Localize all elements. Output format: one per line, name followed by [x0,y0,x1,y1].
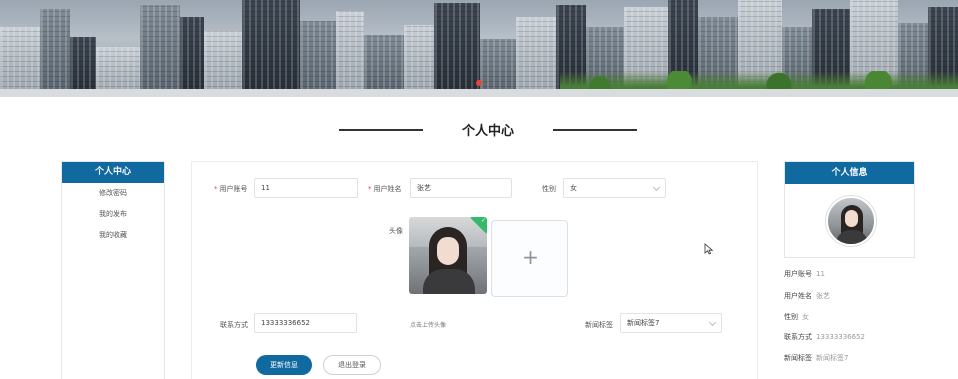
name-label: * 用户姓名 [368,185,402,193]
header-banner-image [0,0,958,97]
profile-row-name: 用户姓名 张艺 [784,292,830,300]
required-mark: * [368,185,372,193]
gender-select-value: 女 [570,184,577,192]
gender-select[interactable]: 女 [563,178,666,198]
sidebar-item-my-posts[interactable]: 我的发布 [62,204,164,225]
profile-avatar [826,196,876,246]
news-tag-select[interactable]: 新闻标签7 [620,313,722,333]
plus-icon: + [522,245,539,269]
title-divider-right [553,129,637,131]
gender-label: 性别 [542,185,556,193]
sidebar-header-personal-center[interactable]: 个人中心 [62,162,164,183]
upload-hint-text: 点击上传头像 [410,322,447,329]
sidebar-item-change-password[interactable]: 修改密码 [62,183,164,204]
name-input[interactable]: 张艺 [410,178,512,198]
contact-label: 联系方式 [220,321,248,329]
profile-row-news-tag: 新闻标签 新闻标签7 [784,354,849,362]
profile-form-card: * 用户账号 11 * 用户姓名 张艺 性别 女 头像 ✓ + 点击上传头像 联系方… [191,161,758,379]
profile-row-contact: 联系方式 13333336652 [784,333,865,341]
check-icon: ✓ [480,217,486,224]
chevron-down-icon [708,318,717,327]
profile-row-gender: 性别女 [784,313,809,321]
title-divider-left [339,129,423,131]
update-info-button[interactable]: 更新信息 [256,355,312,375]
logout-button[interactable]: 退出登录 [323,355,381,375]
avatar-label: 头像 [389,227,403,235]
account-label: * 用户账号 [214,185,248,193]
required-mark: * [214,185,218,193]
profile-page: 个人中心 个人中心 修改密码 我的发布 我的收藏 * 用户账号 11 * 用户姓名 … [0,0,958,379]
chevron-down-icon [652,183,661,192]
mouse-cursor-icon [704,243,714,255]
page-title-row: 个人中心 [0,118,958,140]
account-input[interactable]: 11 [254,178,358,198]
news-tag-label: 新闻标签 [585,321,613,329]
left-sidebar-menu: 个人中心 修改密码 我的发布 我的收藏 [61,161,165,379]
sidebar-item-my-favorites[interactable]: 我的收藏 [62,225,164,246]
profile-row-account: 用户账号 11 [784,270,825,278]
page-title: 个人中心 [461,124,514,139]
profile-info-header: 个人信息 [785,162,914,184]
profile-info-card: 个人信息 [784,161,915,258]
news-tag-select-value: 新闻标签7 [627,319,660,327]
contact-input[interactable]: 13333336652 [254,313,357,333]
avatar-preview-image[interactable]: ✓ [409,217,487,294]
avatar-upload-button[interactable]: + [491,220,568,297]
